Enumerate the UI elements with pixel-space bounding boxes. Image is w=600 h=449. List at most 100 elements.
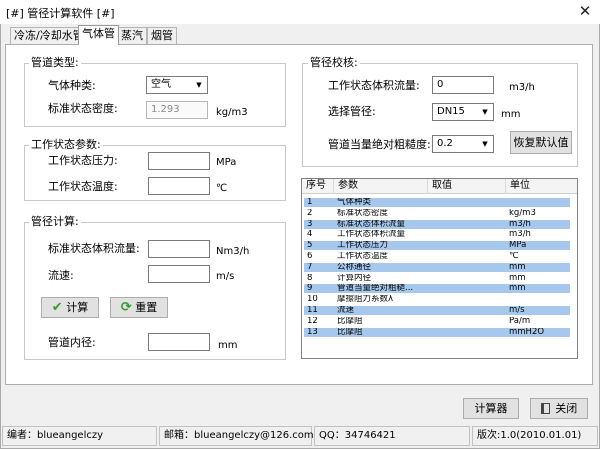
cell-param: 比摩阻 (337, 327, 363, 337)
close-button-label: 关闭 (555, 402, 578, 415)
cell-no: 2 (307, 208, 313, 218)
cell-param: 流速 (337, 306, 355, 315)
table-row[interactable]: 8 计算内径 mm (304, 274, 570, 283)
roughness-value: 0.2 (437, 138, 453, 149)
pipe-check-legend: 管径校核: (308, 56, 360, 69)
cell-param: 气体种类 (337, 198, 372, 207)
reset-button[interactable]: ⟳ 重置 (110, 297, 168, 318)
work-flow-field[interactable]: 0 (432, 76, 494, 94)
pressure-label: 工作状态压力: (48, 154, 118, 167)
result-table: 序号 参数 取值 单位 1 气体种类 2 标准状态密度 kg/m3 3 标准状态体积流量 m3… (301, 178, 578, 359)
tab-chilled-water[interactable]: 冷冻/冷却水管 (10, 27, 88, 44)
table-row[interactable]: 12 比摩阻 Pa/m (304, 317, 570, 326)
cell-no: 7 (307, 262, 313, 272)
std-flow-label: 标准状态体积流量: (48, 242, 140, 255)
cell-no: 10 (307, 295, 318, 305)
cell-value (428, 317, 506, 326)
cell-no: 12 (307, 316, 318, 326)
table-row[interactable]: 3 标准状态体积流量 m3/h (304, 219, 570, 229)
cell-param: 比摩阻 (337, 316, 363, 326)
table-row[interactable]: 7 公称通径 mm (304, 262, 570, 272)
title-bar: [#] 管径计算软件 [#] ✕ (0, 0, 600, 24)
temperature-field[interactable] (148, 177, 210, 195)
cell-no: 11 (307, 306, 318, 315)
close-button[interactable]: 关闭 (530, 398, 588, 419)
table-row[interactable]: 1 气体种类 (304, 198, 570, 207)
table-row[interactable]: 5 工作状态压力 MPa (304, 241, 570, 251)
std-density-label: 标准状态密度: (48, 102, 118, 115)
column-header[interactable]: 取值 (428, 179, 506, 194)
velocity-label: 流速: (48, 269, 74, 282)
tab-gas-pipe[interactable]: 气体管 (78, 25, 119, 45)
cell-value (428, 198, 506, 207)
cell-value (428, 241, 506, 250)
pipe-calc-legend: 管径计算: (29, 215, 81, 228)
cell-param: 标准状态体积流量 (337, 219, 406, 229)
std-density-field[interactable]: 1.293 (146, 101, 208, 119)
roughness-select[interactable]: 0.2 ▼ (432, 135, 494, 153)
cell-param: 工作状态温度 (337, 252, 389, 261)
cell-value (428, 306, 506, 315)
gas-kind-label: 气体种类: (48, 79, 96, 92)
table-row[interactable]: 9 管道当量绝对粗糙... mm (304, 284, 570, 294)
cell-unit: Pa/m (509, 316, 531, 326)
cell-unit: mm (509, 284, 526, 294)
window-title: [#] 管径计算软件 [#] (6, 7, 115, 20)
status-author: 编者：blueangelczy (2, 426, 157, 446)
velocity-unit: m/s (216, 271, 235, 282)
cell-no: 13 (307, 327, 318, 337)
cell-no: 4 (307, 230, 313, 240)
gas-kind-select[interactable]: 空气 ▼ (146, 76, 208, 94)
restore-default-button[interactable]: 恢复默认值 (510, 131, 572, 154)
tab-steam[interactable]: 蒸汽 (117, 27, 147, 44)
status-qq: QQ：34746421 (314, 426, 470, 446)
table-row[interactable]: 11 流速 m/s (304, 306, 570, 315)
close-window-icon[interactable]: ✕ (574, 1, 596, 21)
cell-param: 工作状态压力 (337, 241, 389, 251)
cell-unit: m/s (509, 306, 525, 315)
select-pipe-select[interactable]: DN15 ▼ (432, 103, 494, 121)
chevron-down-icon: ▼ (482, 108, 488, 116)
cell-value (428, 284, 506, 293)
cell-no: 3 (307, 219, 313, 229)
check-icon: ✔ (51, 300, 63, 315)
cell-param: 公称通径 (337, 262, 372, 272)
cell-value (428, 220, 506, 229)
table-row[interactable]: 4 工作状态体积流量 m3/h (304, 230, 570, 239)
cell-value (428, 274, 506, 283)
table-row[interactable]: 13 比摩阻 mmH2O (304, 327, 570, 337)
inner-diameter-label: 管道内径: (48, 336, 96, 349)
select-pipe-unit: mm (501, 109, 521, 120)
column-header[interactable]: 参数 (334, 179, 428, 194)
reset-button-label: 重置 (135, 301, 158, 314)
select-pipe-value: DN15 (437, 106, 465, 117)
velocity-field[interactable] (148, 265, 210, 283)
status-bar: 编者：blueangelczy 邮箱：blueangelczy@126.com … (2, 426, 598, 446)
status-version: 版次:1.0(2010.01.01) (472, 426, 598, 446)
calculator-button[interactable]: 计算器 (463, 398, 519, 419)
table-row[interactable]: 2 标准状态密度 kg/m3 (304, 209, 570, 218)
column-header[interactable]: 单位 (506, 179, 577, 194)
calculate-button[interactable]: ✔ 计算 (41, 297, 99, 318)
cell-no: 6 (307, 252, 313, 261)
inner-diameter-field[interactable] (148, 333, 210, 351)
pressure-field[interactable] (148, 152, 210, 170)
table-row[interactable]: 6 工作状态温度 ℃ (304, 252, 570, 261)
tab-flue[interactable]: 烟管 (147, 27, 177, 44)
work-params-legend: 工作状态参数: (29, 138, 103, 151)
cell-unit: MPa (509, 241, 527, 251)
cell-no: 1 (307, 198, 313, 207)
cell-unit: m3/h (509, 230, 531, 240)
table-row[interactable]: 10 摩擦阻力系数λ (304, 295, 570, 304)
temperature-unit: ℃ (216, 183, 228, 194)
std-flow-field[interactable] (148, 240, 210, 258)
cell-param: 标准状态密度 (337, 208, 389, 218)
cell-param: 摩擦阻力系数λ (337, 295, 394, 305)
std-density-unit: kg/m3 (216, 107, 248, 118)
roughness-label: 管道当量绝对粗糙度: (328, 138, 431, 151)
chevron-down-icon: ▼ (482, 140, 488, 148)
column-header[interactable]: 序号 (302, 179, 334, 194)
cell-unit (506, 198, 570, 207)
cell-no: 8 (307, 273, 313, 283)
pressure-unit: MPa (216, 157, 237, 168)
